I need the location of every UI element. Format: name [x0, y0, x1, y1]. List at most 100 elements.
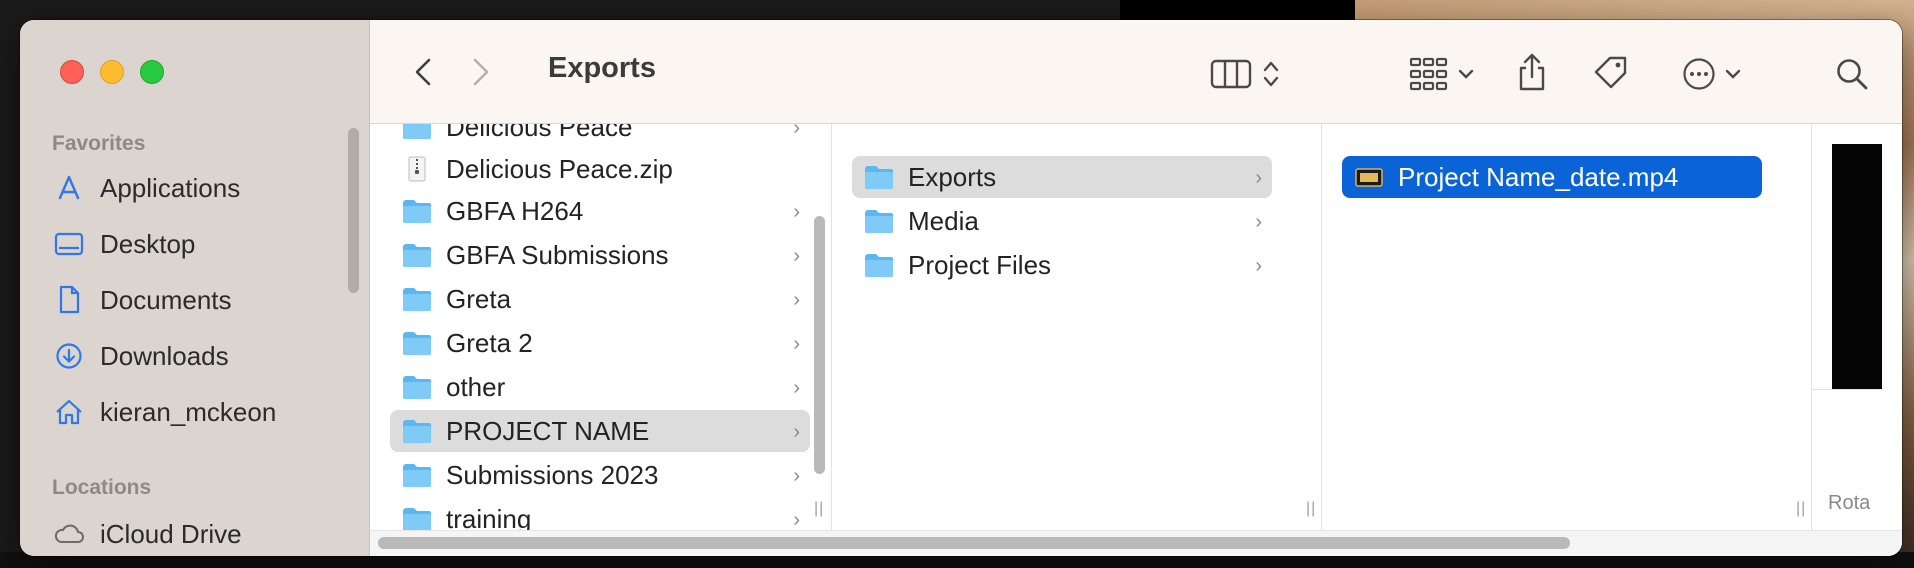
preview-divider	[1812, 389, 1882, 390]
folder-icon	[865, 166, 893, 189]
chevron-right-icon	[473, 58, 489, 86]
folder-icon	[403, 464, 431, 487]
list-item[interactable]: Delicious Peace.zip	[390, 148, 810, 190]
video-file-icon	[1355, 168, 1383, 187]
sidebar-item-label: Downloads	[100, 340, 229, 371]
item-label: Delicious Peace.zip	[446, 153, 673, 184]
chevron-right-icon: ›	[793, 201, 800, 223]
column-view-icon	[1210, 59, 1252, 89]
folder-icon	[865, 210, 893, 233]
sidebar-item-documents[interactable]: Documents	[52, 280, 352, 320]
preview-column: Rota	[1812, 124, 1882, 556]
minimize-button[interactable]	[100, 60, 124, 84]
sidebar-item-label: Documents	[100, 284, 232, 315]
view-mode-button[interactable]	[1198, 54, 1294, 94]
column-browser: Delicious Peace › Delicious Peace.zip GB…	[370, 124, 1902, 556]
column-resize-handle[interactable]: ||	[1796, 500, 1806, 518]
folder-icon	[403, 124, 431, 139]
toolbar: Exports	[370, 20, 1902, 124]
window-title: Exports	[548, 52, 656, 84]
chevron-right-icon: ›	[1255, 211, 1262, 233]
folder-icon	[403, 376, 431, 399]
list-item[interactable]: Greta 2 ›	[390, 322, 810, 364]
finder-window: Favorites Applications Desktop Documents…	[20, 20, 1902, 556]
chevron-right-icon: ›	[793, 245, 800, 267]
sidebar-item-label: iCloud Drive	[100, 518, 242, 549]
sidebar-item-label: Desktop	[100, 228, 196, 259]
applications-icon	[52, 171, 86, 205]
folder-icon	[865, 254, 893, 277]
zip-file-icon	[408, 156, 426, 182]
list-item[interactable]: Project Files ›	[852, 244, 1272, 286]
list-item[interactable]: Greta ›	[390, 278, 810, 320]
zoom-button[interactable]	[140, 60, 164, 84]
folder-icon	[403, 244, 431, 267]
chevron-down-icon	[1458, 69, 1474, 79]
preview-rotate-label[interactable]: Rota	[1828, 492, 1870, 515]
forward-button[interactable]	[464, 52, 498, 92]
item-label: Project Files	[908, 249, 1052, 280]
sidebar-item-icloud[interactable]: iCloud Drive	[52, 514, 352, 554]
sidebar-item-label: Applications	[100, 172, 241, 203]
sidebar-item-desktop[interactable]: Desktop	[52, 224, 352, 264]
tag-button[interactable]	[1590, 52, 1632, 94]
chevron-right-icon: ›	[1255, 255, 1262, 277]
item-label: other	[446, 371, 506, 402]
sidebar-item-home[interactable]: kieran_mckeon	[52, 392, 352, 432]
list-item-selected[interactable]: PROJECT NAME ›	[390, 410, 810, 452]
column-resize-handle[interactable]: ||	[814, 500, 824, 518]
search-icon	[1837, 59, 1868, 90]
up-down-chevron-icon	[1263, 61, 1279, 87]
list-item-selected[interactable]: Project Name_date.mp4	[1342, 156, 1762, 198]
chevron-right-icon: ›	[793, 289, 800, 311]
folder-icon	[403, 420, 431, 443]
downloads-icon	[52, 339, 86, 373]
group-grid-icon	[1409, 57, 1448, 91]
back-button[interactable]	[406, 52, 440, 92]
more-actions-button[interactable]	[1672, 54, 1752, 94]
column-resize-handle[interactable]: ||	[1306, 500, 1316, 518]
list-item[interactable]: Submissions 2023 ›	[390, 454, 810, 496]
sidebar-item-label: kieran_mckeon	[100, 396, 277, 427]
chevron-left-icon	[415, 58, 431, 86]
sidebar: Favorites Applications Desktop Documents…	[20, 20, 370, 556]
chevron-right-icon: ›	[793, 509, 800, 531]
horizontal-scrollbar-track	[370, 530, 1902, 556]
chevron-right-icon: ›	[793, 465, 800, 487]
chevron-right-icon: ›	[793, 377, 800, 399]
item-label: GBFA H264	[446, 195, 584, 226]
sidebar-section-favorites: Favorites	[52, 132, 146, 155]
search-button[interactable]	[1832, 54, 1872, 94]
item-label: Project Name_date.mp4	[1398, 161, 1679, 192]
item-label: Delicious Peace	[446, 124, 633, 142]
list-item[interactable]: GBFA H264 ›	[390, 190, 810, 232]
home-icon	[52, 395, 86, 429]
chevron-right-icon: ›	[793, 333, 800, 355]
group-button[interactable]	[1402, 54, 1482, 94]
item-label: Greta	[446, 283, 512, 314]
item-label: Exports	[908, 161, 997, 192]
item-label: Media	[908, 205, 979, 236]
chevron-right-icon: ›	[793, 124, 800, 139]
sidebar-scrollbar[interactable]	[348, 128, 359, 293]
folder-icon	[403, 200, 431, 223]
list-item[interactable]: GBFA Submissions ›	[390, 234, 810, 276]
share-button[interactable]	[1512, 48, 1552, 96]
horizontal-scrollbar[interactable]	[378, 537, 1570, 549]
list-item[interactable]: Delicious Peace ›	[390, 124, 810, 148]
folder-icon	[403, 508, 431, 531]
item-label: Submissions 2023	[446, 459, 659, 490]
folder-icon	[403, 288, 431, 311]
sidebar-item-downloads[interactable]: Downloads	[52, 336, 352, 376]
list-item[interactable]: Media ›	[852, 200, 1272, 242]
list-item-selected[interactable]: Exports ›	[852, 156, 1272, 198]
column-2: Exports › Media › Project Files › ||	[832, 124, 1322, 556]
column-1-scrollbar[interactable]	[814, 216, 825, 474]
more-icon	[1683, 58, 1715, 90]
close-button[interactable]	[60, 60, 84, 84]
chevron-down-icon	[1725, 69, 1741, 79]
list-item[interactable]: other ›	[390, 366, 810, 408]
chevron-right-icon: ›	[793, 421, 800, 443]
sidebar-item-applications[interactable]: Applications	[52, 168, 352, 208]
sidebar-section-locations: Locations	[52, 476, 152, 499]
